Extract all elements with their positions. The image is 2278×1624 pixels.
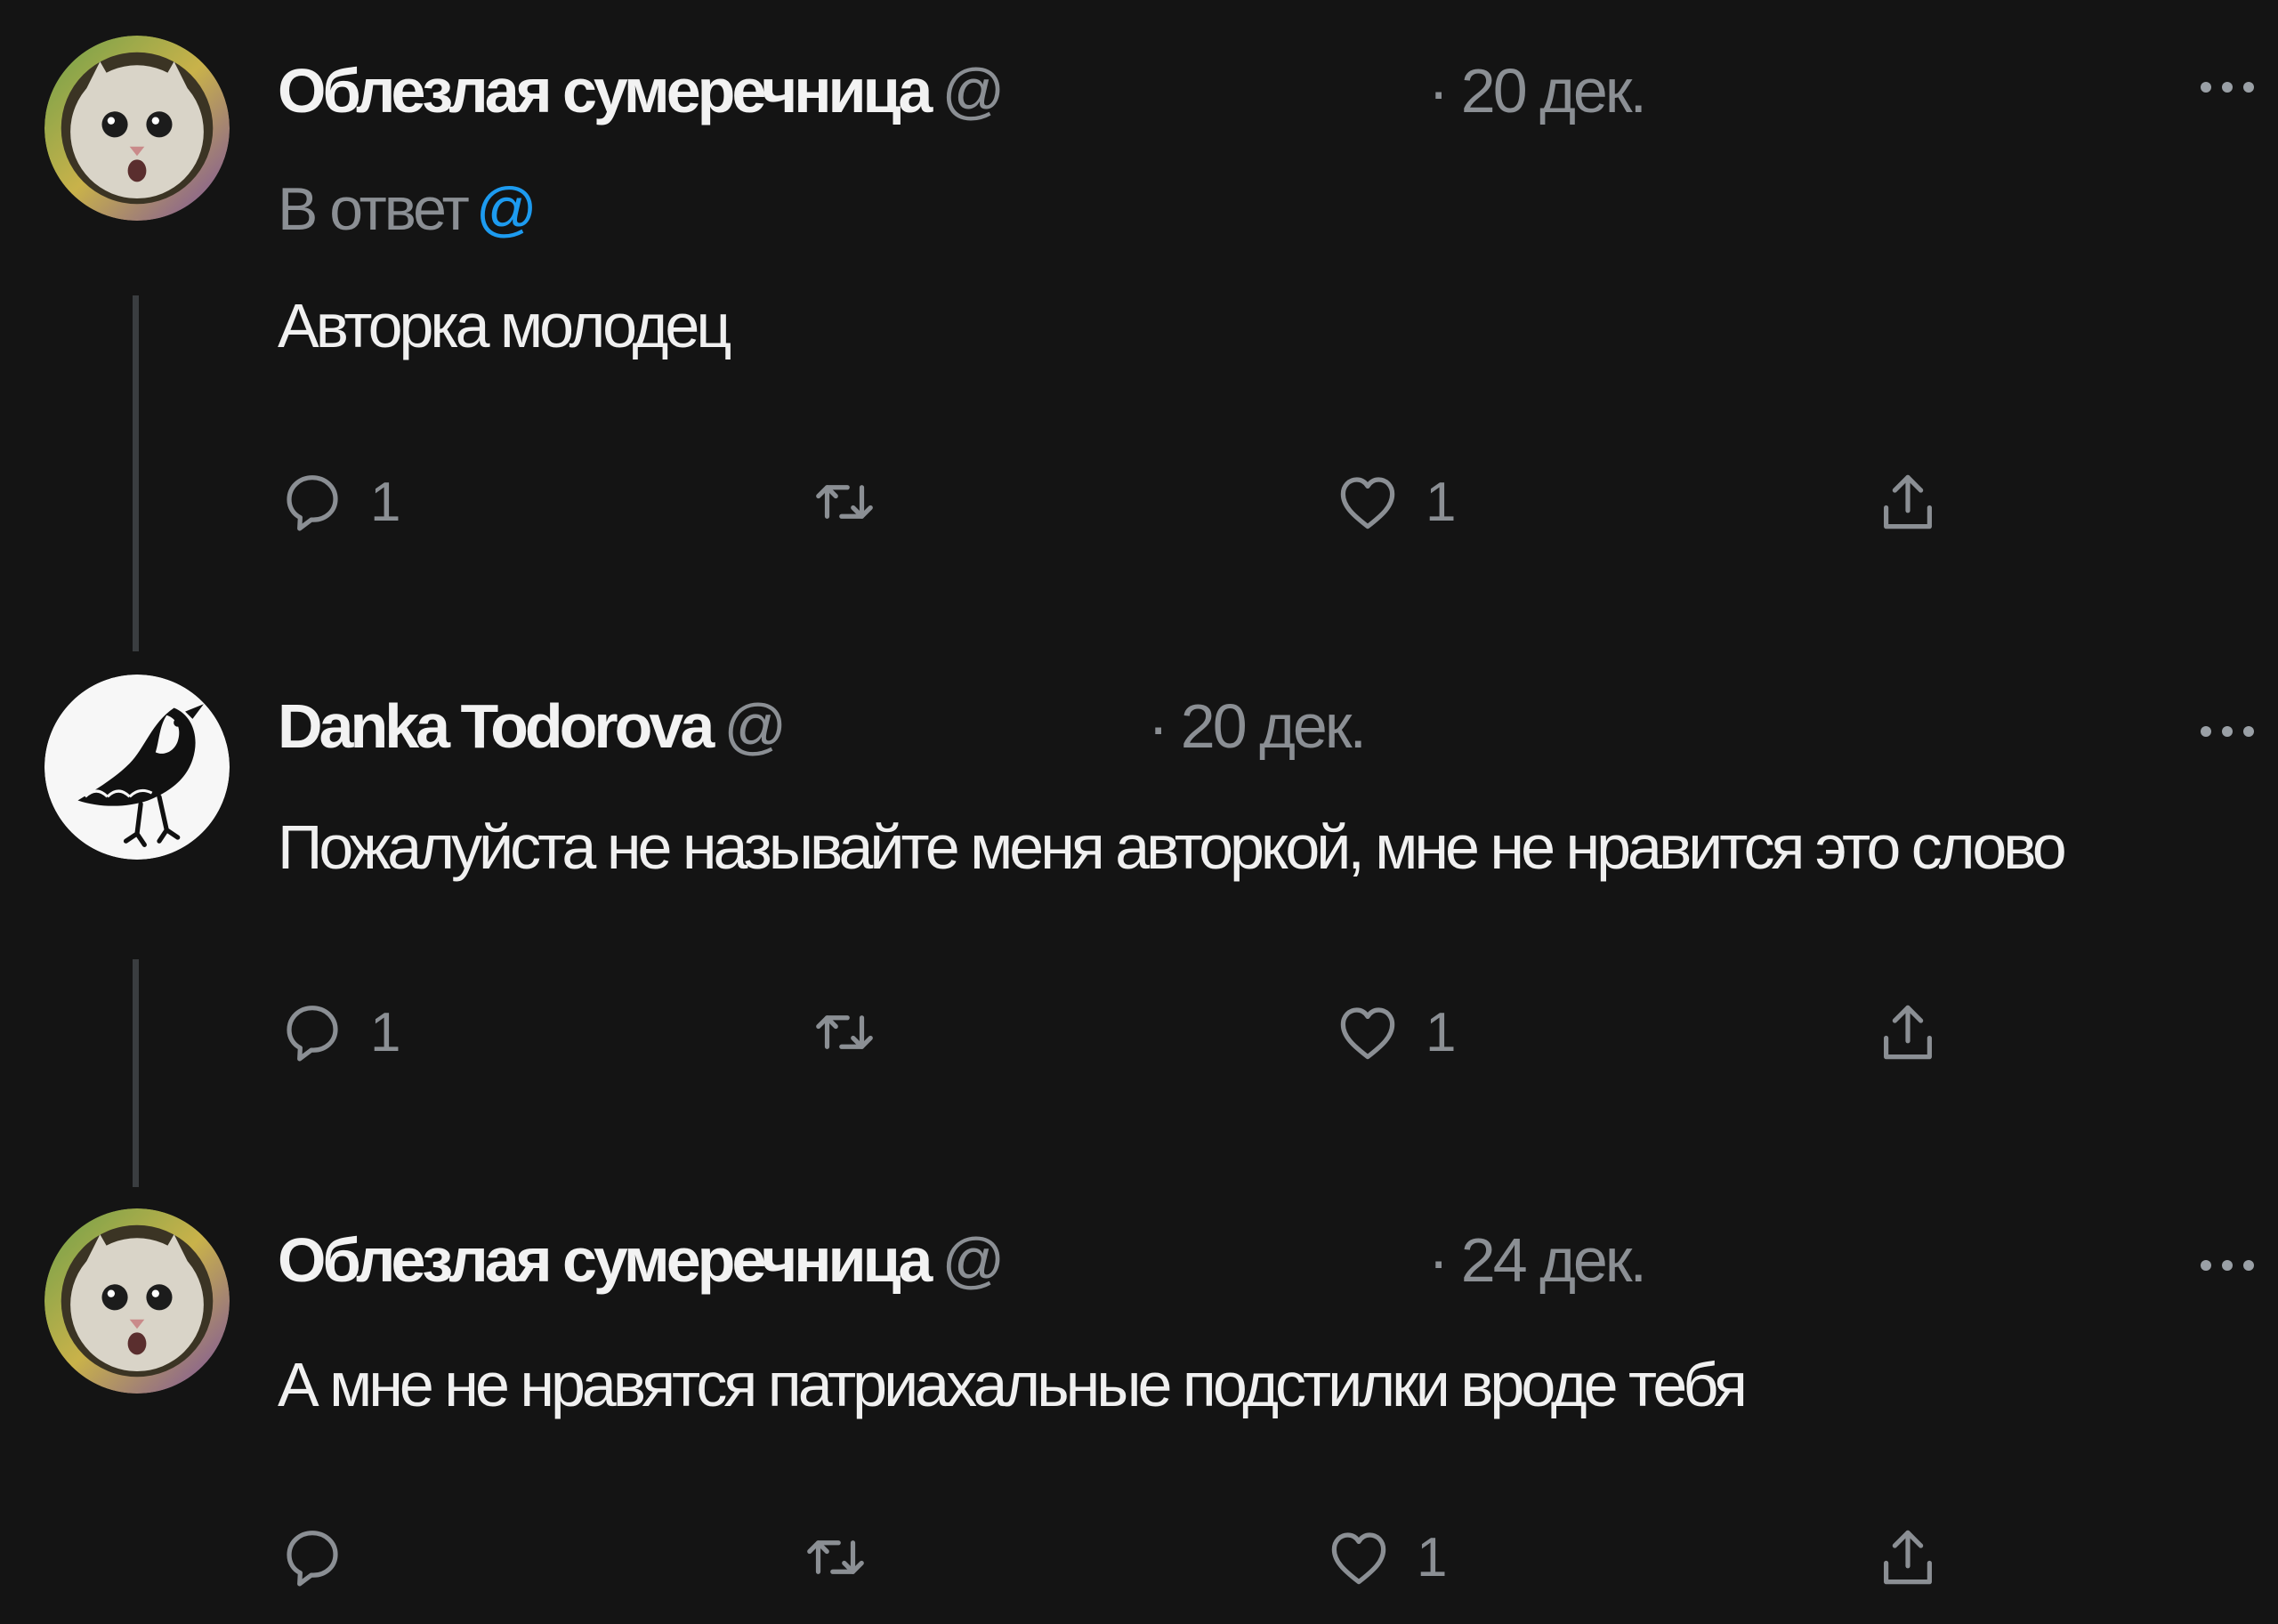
heart-icon	[1340, 1007, 1395, 1060]
retweet-button[interactable]	[810, 457, 902, 546]
reply-to-label: В ответ	[278, 175, 470, 243]
reply-icon	[287, 1531, 338, 1587]
reply-count: 1	[370, 1001, 401, 1063]
tweet-header: Облезлая сумеречница @ · 24 дек.	[278, 1224, 2278, 1313]
reply-icon	[287, 475, 338, 531]
tweet-text: А мне не нравятся патриахальные подстилк…	[278, 1350, 1748, 1419]
share-button[interactable]	[1873, 1513, 1943, 1602]
author-name-text[interactable]: Danka Todorova	[278, 691, 715, 761]
reply-button[interactable]: 1	[278, 988, 400, 1077]
avatar[interactable]	[44, 36, 230, 221]
author-name-text[interactable]: Облезлая сумеречница	[278, 56, 933, 125]
thread-line	[133, 959, 139, 1187]
retweet-icon	[807, 1540, 864, 1574]
like-count: 1	[1426, 471, 1457, 533]
share-icon	[1884, 1530, 1932, 1585]
like-button[interactable]: 1	[1333, 988, 1456, 1077]
tweet-text: Пожалуйста не называйте меня авторкой, м…	[278, 812, 2067, 882]
share-button[interactable]	[1873, 457, 1943, 546]
tweet-header: Danka Todorova @ · 20 дек.	[278, 691, 2278, 780]
more-icon[interactable]	[2201, 715, 2258, 751]
tweet-text: Авторка молодец	[278, 291, 731, 360]
reply-icon	[287, 1006, 338, 1062]
thread-line	[133, 295, 139, 651]
author-name[interactable]: Облезлая сумеречница @	[278, 55, 1005, 126]
retweet-icon	[816, 1015, 873, 1049]
like-button[interactable]: 1	[1333, 457, 1456, 546]
heart-icon	[1340, 477, 1395, 529]
retweet-button[interactable]	[801, 1513, 893, 1602]
reply-count: 1	[370, 471, 401, 533]
tweet-date[interactable]: · 20 дек.	[1428, 55, 1647, 126]
author-handle[interactable]: @	[723, 691, 787, 761]
author-name[interactable]: Облезлая сумеречница @	[278, 1224, 1005, 1296]
share-icon	[1884, 474, 1932, 529]
reply-to-line: В ответ @	[278, 174, 537, 244]
reply-button[interactable]	[278, 1513, 370, 1602]
tweet-header: Облезлая сумеречница @ · 20 дек.	[278, 55, 2278, 144]
author-name-text[interactable]: Облезлая сумеречница	[278, 1225, 933, 1295]
tweet-date[interactable]: · 24 дек.	[1428, 1224, 1647, 1296]
more-icon[interactable]	[2201, 1249, 2258, 1285]
heart-icon	[1331, 1532, 1386, 1585]
author-handle[interactable]: @	[941, 56, 1005, 125]
retweet-button[interactable]	[810, 988, 902, 1077]
avatar[interactable]	[44, 1208, 230, 1394]
more-icon[interactable]	[2201, 71, 2258, 107]
share-button[interactable]	[1873, 988, 1943, 1077]
tweet-date[interactable]: · 20 дек.	[1148, 691, 1367, 762]
author-name[interactable]: Danka Todorova @	[278, 691, 787, 762]
retweet-icon	[816, 485, 873, 519]
author-handle[interactable]: @	[941, 1225, 1005, 1295]
reply-button[interactable]: 1	[278, 457, 400, 546]
reply-to-mention[interactable]: @	[476, 175, 537, 243]
like-button[interactable]: 1	[1324, 1513, 1447, 1602]
like-count: 1	[1417, 1526, 1448, 1588]
like-count: 1	[1426, 1001, 1457, 1063]
share-icon	[1884, 1005, 1932, 1060]
avatar[interactable]	[44, 675, 230, 860]
